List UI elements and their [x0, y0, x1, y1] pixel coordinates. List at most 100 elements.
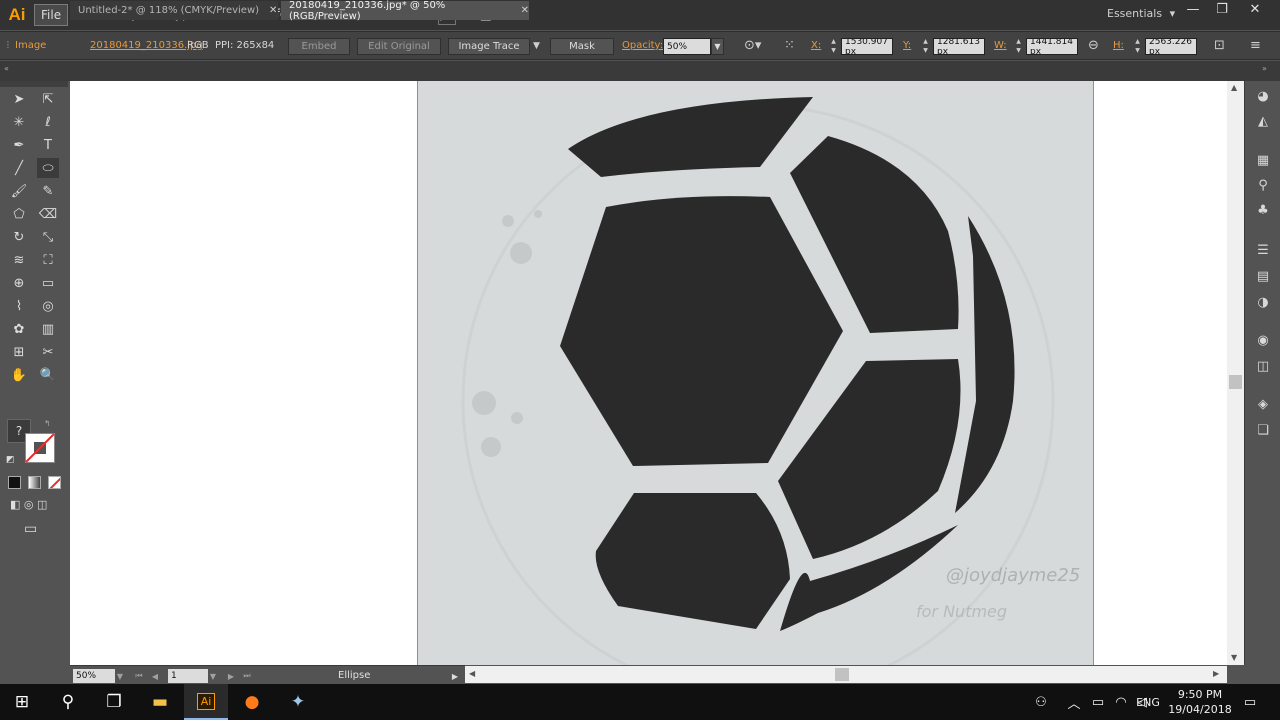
opacity-label[interactable]: Opacity: [622, 40, 663, 51]
appearance-panel-icon[interactable]: ◉ [1253, 331, 1273, 349]
reference-point-icon[interactable]: ⁙ [784, 39, 795, 53]
h-field[interactable]: 2563.226 px [1145, 38, 1197, 55]
next-artboard-icon[interactable]: ▶ [226, 669, 236, 683]
artboard-number-field[interactable]: 1 [168, 669, 208, 683]
constrain-proportions-icon[interactable]: ⊖ [1088, 39, 1099, 53]
graphic-styles-icon[interactable]: ◫ [1253, 357, 1273, 375]
collapse-panels-icon[interactable]: » [1262, 64, 1267, 73]
last-artboard-icon[interactable]: ⏭ [242, 669, 252, 683]
close-icon[interactable]: ✕ [269, 5, 277, 16]
artboard-dropdown-icon[interactable]: ▼ [208, 669, 218, 683]
gradient-panel-icon[interactable]: ▤ [1253, 267, 1273, 285]
scroll-up-icon[interactable]: ▲ [1231, 83, 1237, 92]
file-explorer-icon[interactable]: ▬ [138, 684, 182, 720]
y-field[interactable]: 1281.613 px [933, 38, 985, 55]
blend-tool-icon[interactable]: ◎ [37, 296, 59, 316]
previous-artboard-icon[interactable]: ◀ [150, 669, 160, 683]
notifications-icon[interactable]: ▭ [1238, 684, 1262, 720]
image-trace-dropdown-icon[interactable]: ▼ [533, 39, 540, 53]
panel-menu-icon[interactable]: ≡ [1250, 39, 1261, 53]
firefox-icon[interactable]: ● [230, 684, 274, 720]
canvas-area[interactable]: @joydjayme25 for Nutmeg [70, 81, 1227, 665]
layers-panel-icon[interactable]: ◈ [1253, 395, 1273, 413]
symbols-panel-icon[interactable]: ♣ [1253, 201, 1273, 219]
vertical-scrollbar[interactable]: ▲ ▼ [1227, 81, 1244, 665]
w-stepper[interactable]: ▲ ▼ [1013, 38, 1024, 55]
default-colors-icon[interactable]: ◩ [6, 455, 15, 465]
opacity-dropdown-icon[interactable]: ▼ [711, 38, 724, 55]
type-tool-icon[interactable]: T [37, 135, 59, 155]
search-icon[interactable]: ⚲ [46, 684, 90, 720]
linked-file-link[interactable]: 20180419_210336.jpg [90, 40, 203, 51]
embed-button[interactable]: Embed [288, 38, 350, 55]
eraser-tool-icon[interactable]: ⌫ [37, 204, 59, 224]
paintbrush-tool-icon[interactable]: 🖌 [8, 181, 30, 201]
first-artboard-icon[interactable]: ⏮ [134, 669, 144, 683]
tab-20180419-210336[interactable]: 20180419_210336.jpg* @ 50% (RGB/Preview)… [281, 0, 529, 22]
warp-tool-icon[interactable]: ≋ [8, 250, 30, 270]
fill-stroke-swatch[interactable] [25, 433, 55, 465]
image-trace-button[interactable]: Image Trace [448, 38, 530, 55]
magic-wand-tool-icon[interactable]: ✳ [8, 112, 30, 132]
clock[interactable]: 9:50 PM 19/04/2018 [1168, 687, 1232, 717]
shape-builder-tool-icon[interactable]: ⊕ [8, 273, 30, 293]
hand-tool-icon[interactable]: ✋ [8, 365, 30, 385]
windows-start-icon[interactable]: ⊞ [0, 684, 44, 720]
status-menu-icon[interactable]: ▶ [450, 669, 460, 683]
tab-untitled-2[interactable]: Untitled-2* @ 118% (CMYK/Preview) ✕ [70, 1, 278, 20]
illustrator-taskbar-button[interactable]: Ai [184, 684, 228, 720]
screen-mode-icon[interactable]: ▭ [24, 521, 37, 537]
opacity-field[interactable]: 50% [663, 38, 711, 55]
gradient-mode-icon[interactable] [28, 476, 41, 489]
edit-original-button[interactable]: Edit Original [357, 38, 441, 55]
slice-tool-icon[interactable]: ✂ [37, 342, 59, 362]
zoom-dropdown-icon[interactable]: ▼ [115, 669, 125, 683]
direct-selection-tool-icon[interactable]: ⇱ [37, 89, 59, 109]
scale-tool-icon[interactable]: ⤡ [37, 227, 59, 247]
transparency-panel-icon[interactable]: ◑ [1253, 293, 1273, 311]
brushes-panel-icon[interactable]: ⚲ [1253, 176, 1273, 194]
close-button[interactable]: ✕ [1238, 0, 1272, 18]
h-stepper[interactable]: ▲ ▼ [1132, 38, 1143, 55]
eyedropper-tool-icon[interactable]: ⌇ [8, 296, 30, 316]
selection-tool-icon[interactable]: ➤ [8, 89, 30, 109]
swatches-panel-icon[interactable]: ▦ [1253, 151, 1273, 169]
restore-button[interactable]: ❐ [1205, 0, 1239, 18]
language-indicator[interactable]: ENG [1134, 684, 1162, 720]
swap-fill-stroke-icon[interactable]: ↰ [44, 419, 51, 428]
close-icon[interactable]: ✕ [521, 5, 529, 16]
transform-icon[interactable]: ⊡ [1214, 39, 1225, 53]
mask-button[interactable]: Mask [550, 38, 614, 55]
pen-tool-icon[interactable]: ✒ [8, 135, 30, 155]
artboard-tool-icon[interactable]: ⊞ [8, 342, 30, 362]
lasso-tool-icon[interactable]: ℓ [37, 112, 59, 132]
scroll-left-icon[interactable]: ◀ [469, 669, 475, 678]
pencil-tool-icon[interactable]: ✎ [37, 181, 59, 201]
symbol-sprayer-tool-icon[interactable]: ✿ [8, 319, 30, 339]
scroll-down-icon[interactable]: ▼ [1231, 653, 1237, 662]
show-hidden-icons-icon[interactable]: ︿ [1064, 684, 1084, 720]
artboards-panel-icon[interactable]: ❏ [1253, 421, 1273, 439]
workspace-switcher[interactable]: Essentials ▾ [1107, 7, 1175, 20]
people-icon[interactable]: ⚇ [1030, 684, 1052, 720]
zoom-tool-icon[interactable]: 🔍 [37, 365, 59, 385]
shaper-tool-icon[interactable]: ⬠ [8, 204, 30, 224]
stroke-panel-icon[interactable]: ☰ [1253, 241, 1273, 259]
color-panel-icon[interactable]: ◕ [1253, 87, 1273, 105]
x-stepper[interactable]: ▲ ▼ [828, 38, 839, 55]
ellipse-tool-icon[interactable]: ⬭ [37, 158, 59, 178]
recolor-icon[interactable]: ⊙▾ [744, 39, 761, 53]
placed-image[interactable]: @joydjayme25 for Nutmeg [417, 81, 1094, 665]
menu-file[interactable]: File [34, 4, 69, 26]
battery-icon[interactable]: ▭ [1088, 684, 1108, 720]
collapse-toolbar-icon[interactable]: « [4, 64, 9, 73]
rotate-tool-icon[interactable]: ↻ [8, 227, 30, 247]
y-stepper[interactable]: ▲ ▼ [920, 38, 931, 55]
free-transform-tool-icon[interactable]: ⛶ [37, 250, 59, 270]
w-field[interactable]: 1441.814 px [1026, 38, 1078, 55]
app-icon[interactable]: ✦ [276, 684, 320, 720]
graph-tool-icon[interactable]: ▥ [37, 319, 59, 339]
none-mode-icon[interactable] [48, 476, 61, 489]
vertical-scroll-thumb[interactable] [1229, 375, 1242, 389]
line-tool-icon[interactable]: ╱ [8, 158, 30, 178]
